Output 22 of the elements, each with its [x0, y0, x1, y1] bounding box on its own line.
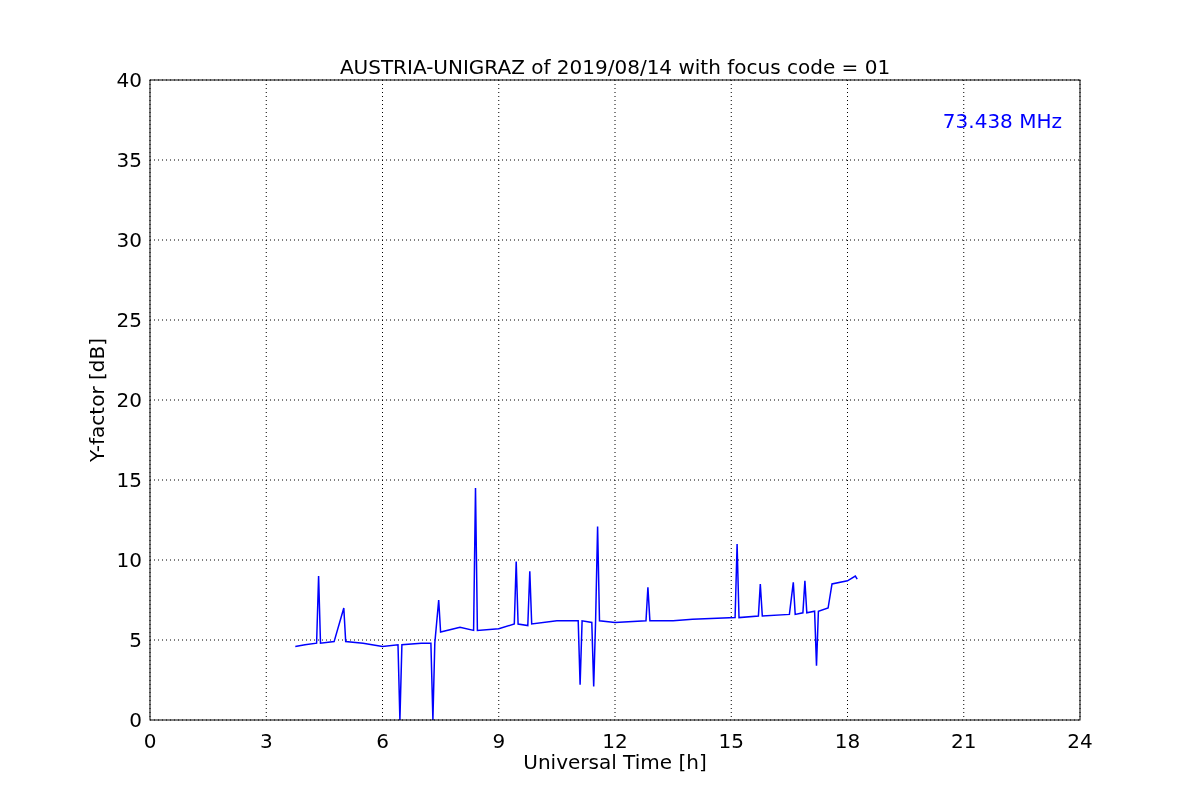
y-tick-label: 15: [116, 468, 142, 492]
frequency-annotation: 73.438 MHz: [942, 109, 1062, 133]
x-tick-label: 12: [602, 729, 628, 753]
y-tick-label: 40: [116, 68, 142, 92]
y-tick-label: 25: [116, 308, 142, 332]
x-tick-label: 6: [376, 729, 389, 753]
x-tick-label: 24: [1067, 729, 1093, 753]
y-axis-label: Y-factor [dB]: [85, 338, 109, 462]
x-tick-label: 21: [951, 729, 977, 753]
y-tick-label: 10: [116, 548, 142, 572]
y-tick-label: 5: [129, 628, 142, 652]
x-tick-label: 15: [718, 729, 744, 753]
y-tick-label: 35: [116, 148, 142, 172]
x-tick-label: 9: [492, 729, 506, 753]
x-tick-label: 3: [259, 729, 273, 753]
x-axis-label: Universal Time [h]: [523, 750, 707, 774]
x-tick-label: 18: [834, 729, 861, 753]
y-tick-label: 20: [116, 388, 142, 412]
y-tick-label: 30: [116, 228, 142, 252]
chart-title: AUSTRIA-UNIGRAZ of 2019/08/14 with focus code = 01: [339, 55, 891, 79]
x-tick-label: 0: [143, 729, 157, 753]
y-tick-label: 0: [129, 708, 142, 732]
